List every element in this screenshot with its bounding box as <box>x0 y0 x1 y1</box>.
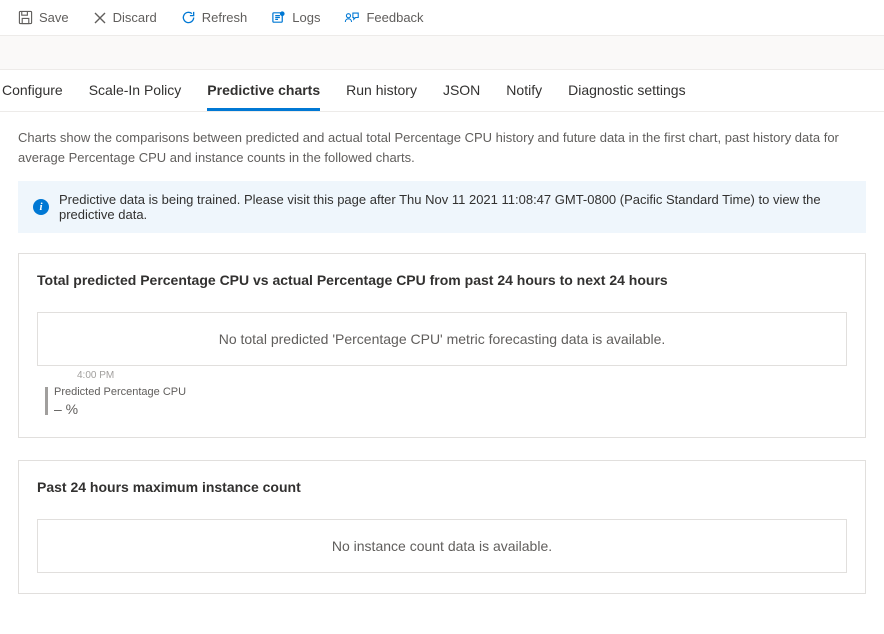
cpu-legend-label: Predicted Percentage CPU <box>54 385 186 399</box>
discard-label: Discard <box>113 10 157 25</box>
info-icon: i <box>33 199 49 215</box>
cpu-chart-card: Total predicted Percentage CPU vs actual… <box>18 253 866 438</box>
save-button[interactable]: Save <box>8 6 79 29</box>
toolbar-spacer <box>0 36 884 70</box>
tab-json[interactable]: JSON <box>443 70 480 111</box>
discard-button[interactable]: Discard <box>83 6 167 29</box>
cpu-axis-tick: 4:00 PM <box>41 370 847 381</box>
logs-label: Logs <box>292 10 320 25</box>
feedback-icon <box>344 10 360 25</box>
cpu-legend-color-bar <box>45 387 48 415</box>
tab-configure[interactable]: Configure <box>2 70 63 111</box>
refresh-button[interactable]: Refresh <box>171 6 258 29</box>
cpu-card-title: Total predicted Percentage CPU vs actual… <box>37 272 847 288</box>
save-label: Save <box>39 10 69 25</box>
tab-strip: Configure Scale-In Policy Predictive cha… <box>0 70 884 112</box>
logs-icon <box>271 10 286 25</box>
info-banner-text: Predictive data is being trained. Please… <box>59 192 851 222</box>
info-banner: i Predictive data is being trained. Plea… <box>18 181 866 233</box>
cpu-legend-value: – % <box>54 401 186 417</box>
instance-card-title: Past 24 hours maximum instance count <box>37 479 847 495</box>
refresh-label: Refresh <box>202 10 248 25</box>
cpu-no-data-message: No total predicted 'Percentage CPU' metr… <box>37 312 847 366</box>
tab-predictive-charts[interactable]: Predictive charts <box>207 70 320 111</box>
intro-text: Charts show the comparisons between pred… <box>18 128 866 167</box>
cpu-legend: Predicted Percentage CPU – % <box>41 385 847 417</box>
save-icon <box>18 10 33 25</box>
close-icon <box>93 11 107 25</box>
content-area: Charts show the comparisons between pred… <box>0 112 884 634</box>
command-toolbar: Save Discard Refresh Logs <box>0 0 884 36</box>
tab-diagnostic-settings[interactable]: Diagnostic settings <box>568 70 686 111</box>
feedback-button[interactable]: Feedback <box>334 6 433 29</box>
tab-scale-in-policy[interactable]: Scale-In Policy <box>89 70 182 111</box>
logs-button[interactable]: Logs <box>261 6 330 29</box>
cpu-chart-remnants: 4:00 PM Predicted Percentage CPU – % <box>37 370 847 417</box>
tab-notify[interactable]: Notify <box>506 70 542 111</box>
instance-no-data-message: No instance count data is available. <box>37 519 847 573</box>
tab-run-history[interactable]: Run history <box>346 70 417 111</box>
feedback-label: Feedback <box>366 10 423 25</box>
refresh-icon <box>181 10 196 25</box>
instance-count-card: Past 24 hours maximum instance count No … <box>18 460 866 594</box>
